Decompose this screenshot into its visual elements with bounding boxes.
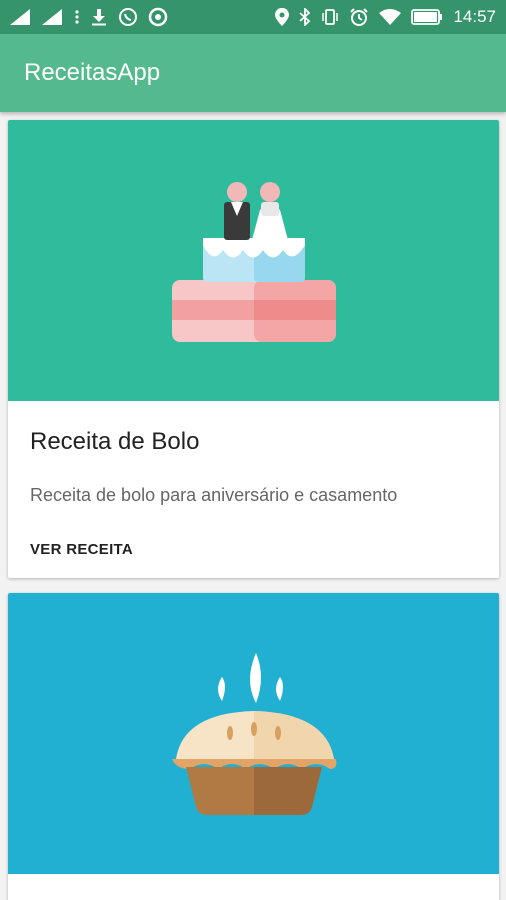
- bluetooth-icon: [299, 8, 311, 26]
- status-bar: 14:57: [0, 0, 506, 34]
- card-media: [8, 120, 499, 401]
- battery-icon: [411, 9, 443, 25]
- wifi-icon: [379, 9, 402, 25]
- chrome-icon: [148, 7, 168, 27]
- signal-icon: [10, 9, 32, 25]
- signal-icon: [42, 9, 64, 25]
- alarm-icon: [349, 7, 369, 27]
- card-title: Receita de Bolo: [30, 428, 200, 455]
- pie-icon: [172, 653, 337, 815]
- whatsapp-icon: [118, 7, 138, 27]
- clock: 14:57: [453, 7, 496, 26]
- view-recipe-button[interactable]: VER RECEITA: [30, 541, 133, 558]
- app-bar: ReceitasApp: [0, 34, 506, 112]
- download-icon: [90, 8, 108, 26]
- location-icon: [275, 8, 290, 26]
- app-title: ReceitasApp: [24, 59, 161, 86]
- more-icon: [74, 9, 80, 25]
- recipe-card[interactable]: [8, 593, 499, 900]
- card-media: [8, 593, 499, 874]
- card-description: Receita de bolo para aniversário e casam…: [30, 485, 398, 505]
- vibrate-icon: [321, 8, 339, 26]
- wedding-cake-icon: [172, 182, 336, 342]
- recipe-card[interactable]: Receita de Bolo Receita de bolo para ani…: [8, 120, 499, 578]
